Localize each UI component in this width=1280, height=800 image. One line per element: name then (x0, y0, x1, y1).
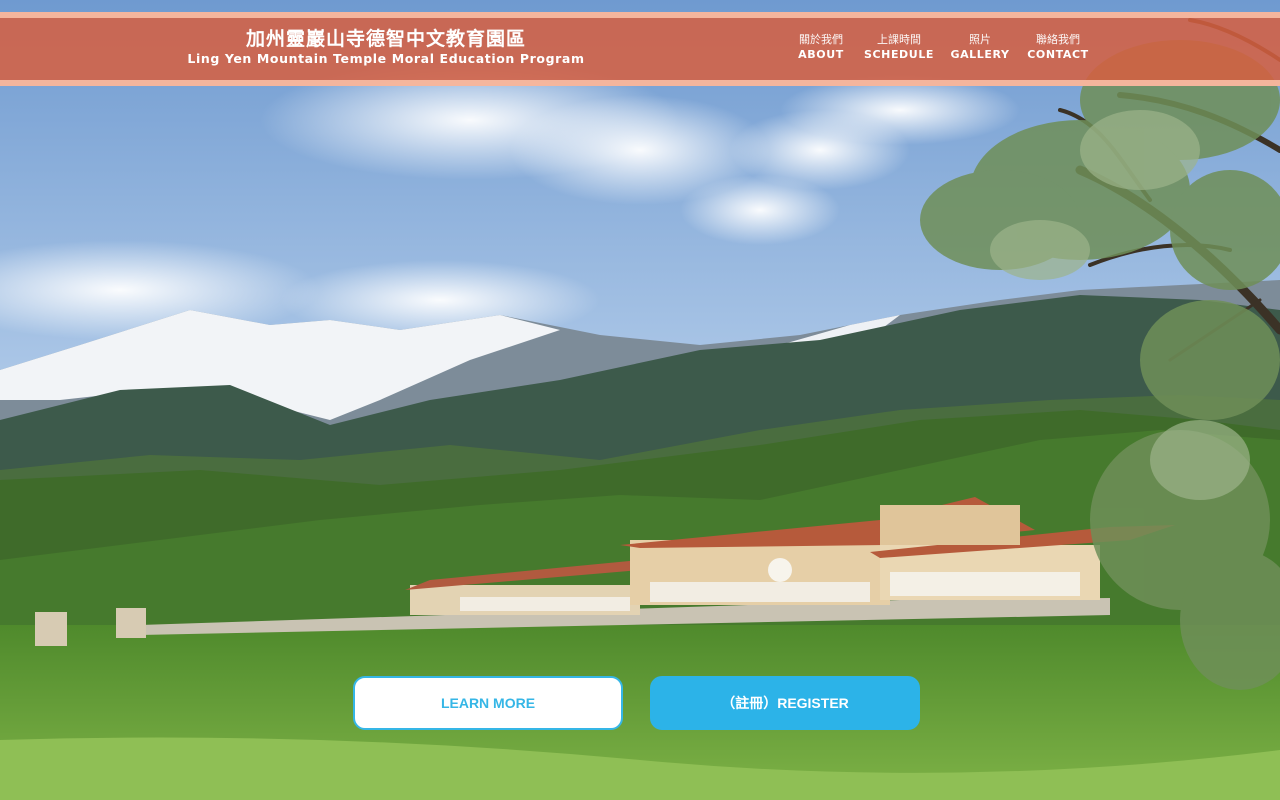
nav-item-label-en: ABOUT (798, 48, 844, 61)
site-header: 加州靈巖山寺德智中文教育園區 Ling Yen Mountain Temple … (0, 12, 1280, 86)
nav-item-schedule[interactable]: 上課時間 SCHEDULE (854, 32, 944, 62)
hero-background-image (0, 0, 1280, 800)
nav-item-label-en: CONTACT (1027, 48, 1089, 61)
nav-item-label-en: GALLERY (950, 48, 1010, 61)
register-button[interactable]: （註冊）REGISTER (650, 676, 920, 730)
nav-item-label-cn: 上課時間 (877, 33, 921, 46)
learn-more-button[interactable]: LEARN MORE (353, 676, 623, 730)
nav-item-gallery[interactable]: 照片 GALLERY (935, 32, 1025, 62)
site-title-english: Ling Yen Mountain Temple Moral Education… (187, 51, 585, 66)
nav-item-contact[interactable]: 聯絡我們 CONTACT (1013, 32, 1103, 62)
site-logo-title[interactable]: 加州靈巖山寺德智中文教育園區 Ling Yen Mountain Temple … (186, 28, 586, 68)
nav-item-label-cn: 聯絡我們 (1036, 33, 1080, 46)
nav-item-about[interactable]: 關於我們 ABOUT (776, 32, 866, 62)
nav-item-label-en: SCHEDULE (863, 48, 935, 61)
site-title-chinese: 加州靈巖山寺德智中文教育園區 (245, 28, 526, 50)
nav-item-label-cn: 照片 (969, 33, 991, 46)
nav-item-label-cn: 關於我們 (799, 33, 843, 46)
